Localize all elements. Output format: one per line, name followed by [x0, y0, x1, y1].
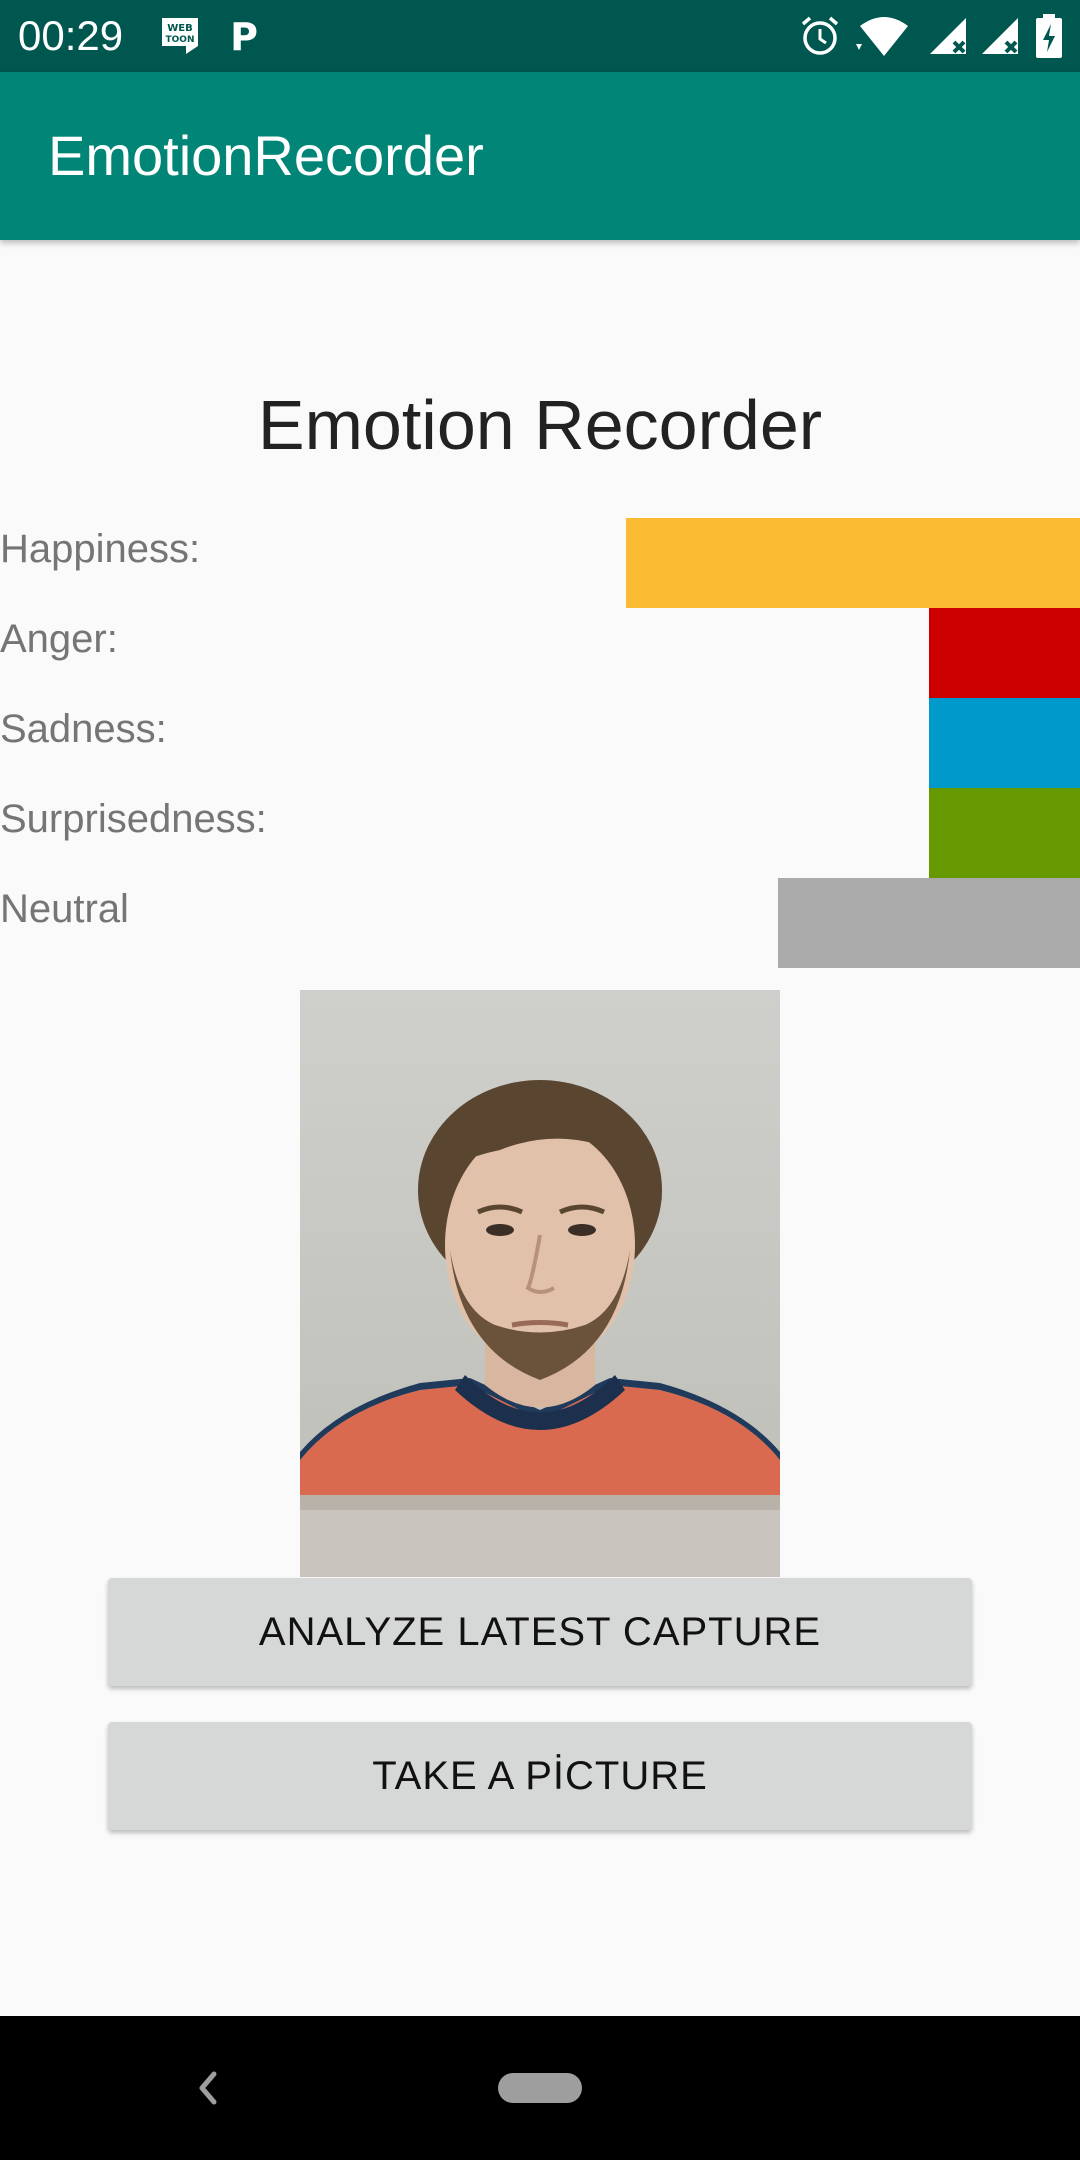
emotion-label-happiness: Happiness:	[0, 527, 201, 571]
emotion-label-sadness: Sadness:	[0, 707, 167, 751]
app-bar: EmotionRecorder	[0, 72, 1080, 240]
signal-no-data-icon	[930, 18, 966, 54]
alarm-icon	[801, 16, 839, 55]
app-title: EmotionRecorder	[48, 124, 484, 187]
wifi-icon	[856, 17, 908, 56]
page-title: Emotion Recorder	[257, 386, 823, 464]
analyze-latest-capture-button[interactable]: ANALYZE LATEST CAPTURE	[108, 1578, 972, 1686]
signal-no-data-icon	[982, 18, 1018, 54]
webtoon-icon: WEB TOON	[162, 18, 198, 54]
parking-p-icon: P	[230, 15, 258, 58]
battery-icon	[1036, 14, 1062, 58]
emotion-bar-sadness	[929, 698, 1080, 788]
emotion-label-surprisedness: Surprisedness:	[0, 797, 267, 841]
captured-face-photo	[300, 990, 780, 1577]
navigation-bar	[0, 2016, 1080, 2160]
svg-text:TOON: TOON	[166, 35, 195, 45]
take-picture-button[interactable]: TAKE A PİCTURE	[108, 1722, 972, 1830]
face-illustration	[300, 1080, 780, 1577]
status-time: 00:29	[18, 12, 124, 59]
home-pill-icon[interactable]	[498, 2073, 582, 2103]
emotion-bar-neutral	[778, 878, 1080, 968]
emotion-label-neutral: Neutral	[0, 887, 129, 931]
emotion-bar-happiness	[626, 518, 1080, 608]
svg-text:P: P	[230, 15, 258, 58]
back-icon[interactable]	[190, 2064, 226, 2112]
svg-text:WEB: WEB	[167, 23, 192, 34]
emotion-bar-surprisedness	[929, 788, 1080, 878]
status-bar: 00:29 WEB TOON P	[0, 0, 1080, 72]
emotion-bar-anger	[929, 608, 1080, 698]
emotion-label-anger: Anger:	[0, 617, 118, 661]
